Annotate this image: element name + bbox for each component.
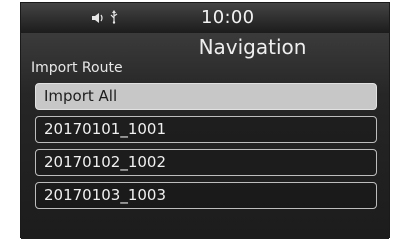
section-label: Import Route — [31, 60, 123, 76]
route-list: Import All 20170101_1001 20170102_1002 2… — [35, 83, 377, 215]
list-item[interactable]: 20170102_1002 — [35, 149, 377, 176]
page-title: Navigation — [198, 35, 307, 59]
list-item-label: 20170103_1003 — [44, 186, 167, 204]
clock: 10:00 — [201, 7, 255, 28]
content-area: Navigation Import Route Import All 20170… — [21, 33, 389, 239]
status-icons — [91, 9, 119, 28]
list-item[interactable]: 20170101_1001 — [35, 116, 377, 143]
list-item-label: 20170102_1002 — [44, 153, 167, 171]
screen: 10:00 Navigation Import Route Import All… — [0, 0, 397, 240]
list-item-label: Import All — [44, 87, 118, 105]
list-item[interactable]: 20170103_1003 — [35, 182, 377, 209]
list-item-import-all[interactable]: Import All — [35, 83, 377, 110]
list-item-label: 20170101_1001 — [44, 120, 167, 138]
status-bar: 10:00 — [21, 3, 389, 33]
usb-icon — [109, 9, 119, 28]
device-display: 10:00 Navigation Import Route Import All… — [20, 2, 390, 239]
speaker-icon — [91, 9, 105, 28]
